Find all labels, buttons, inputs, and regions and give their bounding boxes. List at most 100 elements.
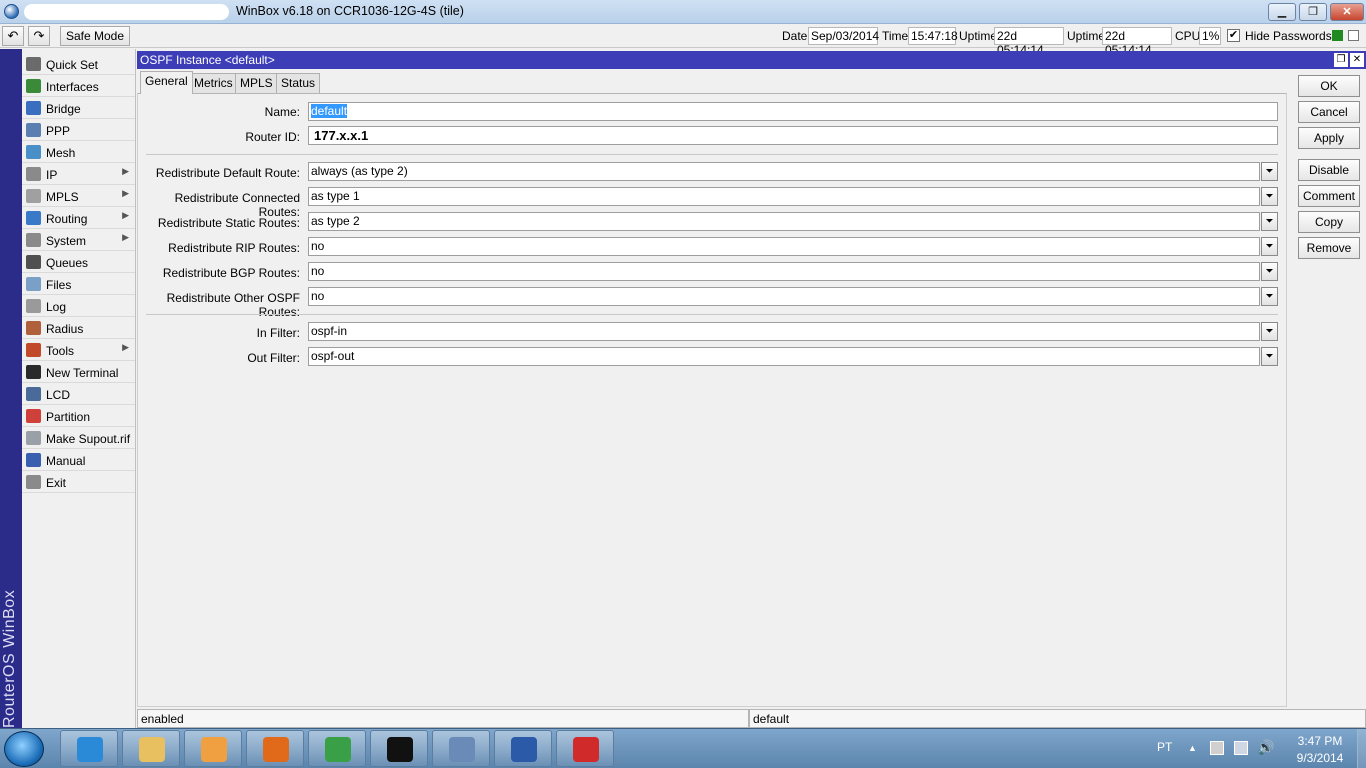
system-gear-icon bbox=[26, 233, 41, 247]
redistribute-connected-select[interactable]: as type 1 bbox=[308, 187, 1260, 206]
taskbar-internet-explorer-button[interactable] bbox=[60, 730, 118, 767]
disable-button[interactable]: Disable bbox=[1298, 159, 1360, 181]
windows-taskbar: PT ▲ 🔊 3:47 PM 9/3/2014 bbox=[0, 728, 1366, 768]
language-indicator[interactable]: PT bbox=[1157, 740, 1172, 754]
tab-mpls[interactable]: MPLS bbox=[235, 73, 278, 94]
command-prompt-icon bbox=[387, 737, 413, 762]
sidebar-item-label: Partition bbox=[46, 410, 91, 424]
sidebar-item-manual[interactable]: Manual bbox=[22, 449, 135, 471]
redistribute-other-ospf-dropdown-icon[interactable]: ⏷ bbox=[1261, 287, 1278, 306]
general-tab-panel bbox=[137, 93, 1287, 707]
redistribute-default-dropdown-icon[interactable]: ⏷ bbox=[1261, 162, 1278, 181]
sidebar-item-label: Tools bbox=[46, 344, 75, 358]
sidebar-item-queues[interactable]: Queues bbox=[22, 251, 135, 273]
status-enabled: enabled bbox=[137, 709, 749, 728]
taskbar-word-button[interactable] bbox=[494, 730, 552, 767]
sidebar-item-tools[interactable]: Tools ▶ bbox=[22, 339, 135, 361]
redistribute-static-select[interactable]: as type 2 bbox=[308, 212, 1260, 231]
sidebar-item-files[interactable]: Files bbox=[22, 273, 135, 295]
tab-metrics[interactable]: Metrics bbox=[189, 73, 238, 94]
taskbar-app-red-button[interactable] bbox=[556, 730, 614, 767]
window-restore-icon[interactable]: ❐ bbox=[1334, 53, 1348, 67]
sidebar-item-log[interactable]: Log bbox=[22, 295, 135, 317]
in-filter-dropdown-icon[interactable]: ⏷ bbox=[1261, 322, 1278, 341]
sidebar-item-make-supout-rif[interactable]: Make Supout.rif bbox=[22, 427, 135, 449]
sidebar-item-bridge[interactable]: Bridge bbox=[22, 97, 135, 119]
volume-icon[interactable]: 🔊 bbox=[1257, 739, 1274, 756]
sidebar-item-interfaces[interactable]: Interfaces bbox=[22, 75, 135, 97]
sidebar-item-mpls[interactable]: MPLS ▶ bbox=[22, 185, 135, 207]
redistribute-bgp-select[interactable]: no bbox=[308, 262, 1260, 281]
exit-icon bbox=[26, 475, 41, 489]
redistribute-static-dropdown-icon[interactable]: ⏷ bbox=[1261, 212, 1278, 231]
apply-button[interactable]: Apply bbox=[1298, 127, 1360, 149]
title-bar: WinBox v6.18 on CCR1036-12G-4S (tile) ▁ … bbox=[0, 0, 1366, 24]
sidebar-item-label: Mesh bbox=[46, 146, 76, 160]
show-hidden-icons-icon[interactable]: ▲ bbox=[1188, 743, 1197, 753]
undo-button[interactable]: ↶ bbox=[2, 26, 24, 46]
sidebar-menu: Quick Set Interfaces Bridge PPP Mesh IP ▶ MPLS ▶… bbox=[22, 49, 136, 729]
taskbar-firefox-button[interactable] bbox=[246, 730, 304, 767]
taskbar-file-explorer-button[interactable] bbox=[122, 730, 180, 767]
submenu-arrow-icon: ▶ bbox=[122, 188, 129, 198]
copy-button[interactable]: Copy bbox=[1298, 211, 1360, 233]
mpls-icon bbox=[26, 189, 41, 203]
restore-button[interactable]: ❐ bbox=[1299, 3, 1327, 21]
sidebar-item-routing[interactable]: Routing ▶ bbox=[22, 207, 135, 229]
taskbar-chrome-button[interactable] bbox=[308, 730, 366, 767]
comment-button[interactable]: Comment bbox=[1298, 185, 1360, 207]
tab-general[interactable]: General bbox=[140, 71, 193, 94]
taskbar-media-player-button[interactable] bbox=[184, 730, 242, 767]
hide-passwords-checkbox[interactable]: ✔ bbox=[1227, 29, 1240, 42]
sidebar-item-partition[interactable]: Partition bbox=[22, 405, 135, 427]
sidebar-item-ip[interactable]: IP ▶ bbox=[22, 163, 135, 185]
name-label: Name: bbox=[264, 105, 300, 119]
in-filter-select[interactable]: ospf-in bbox=[308, 322, 1260, 341]
sidebar-item-exit[interactable]: Exit bbox=[22, 471, 135, 493]
sidebar-item-new-terminal[interactable]: New Terminal bbox=[22, 361, 135, 383]
sidebar-item-radius[interactable]: Radius bbox=[22, 317, 135, 339]
clock-time[interactable]: 3:47 PM bbox=[1290, 734, 1350, 748]
sidebar-item-label: System bbox=[46, 234, 87, 248]
out-filter-dropdown-icon[interactable]: ⏷ bbox=[1261, 347, 1278, 366]
sidebar-item-label: Files bbox=[46, 278, 72, 292]
sidebar-item-system[interactable]: System ▶ bbox=[22, 229, 135, 251]
minimize-button[interactable]: ▁ bbox=[1268, 3, 1296, 21]
tab-status[interactable]: Status bbox=[276, 73, 321, 94]
sidebar-item-label: PPP bbox=[46, 124, 71, 138]
sidebar-item-label: Radius bbox=[46, 322, 84, 336]
redistribute-bgp-dropdown-icon[interactable]: ⏷ bbox=[1261, 262, 1278, 281]
show-desktop-button[interactable] bbox=[1357, 729, 1366, 768]
redistribute-connected-dropdown-icon[interactable]: ⏷ bbox=[1261, 187, 1278, 206]
out-filter-select[interactable]: ospf-out bbox=[308, 347, 1260, 366]
sidebar-item-lcd[interactable]: LCD bbox=[22, 383, 135, 405]
clock-date[interactable]: 9/3/2014 bbox=[1288, 751, 1352, 765]
sidebar-item-label: Make Supout.rif bbox=[46, 432, 131, 446]
window-close-icon[interactable]: ✕ bbox=[1350, 53, 1364, 67]
redistribute-rip-dropdown-icon[interactable]: ⏷ bbox=[1261, 237, 1278, 256]
router-id-field[interactable]: 177.x.x.1 bbox=[308, 126, 1278, 145]
network-icon[interactable] bbox=[1234, 741, 1248, 755]
sidebar-item-label: Exit bbox=[46, 476, 67, 490]
sidebar-item-quick-set[interactable]: Quick Set bbox=[22, 53, 135, 75]
taskbar-winbox-button[interactable] bbox=[432, 730, 490, 767]
redistribute-other-ospf-select[interactable]: no bbox=[308, 287, 1260, 306]
time-value: 15:47:18 bbox=[908, 27, 958, 45]
remove-button[interactable]: Remove bbox=[1298, 237, 1360, 259]
status-white-icon bbox=[1348, 30, 1359, 41]
start-button-icon[interactable] bbox=[4, 731, 44, 767]
cancel-button[interactable]: Cancel bbox=[1298, 101, 1360, 123]
redistribute-default-select[interactable]: always (as type 2) bbox=[308, 162, 1260, 181]
action-center-flag-icon[interactable] bbox=[1210, 741, 1224, 755]
ok-button[interactable]: OK bbox=[1298, 75, 1360, 97]
name-field[interactable]: default bbox=[308, 102, 1278, 121]
sidebar-item-ppp[interactable]: PPP bbox=[22, 119, 135, 141]
redistribute-rip-select[interactable]: no bbox=[308, 237, 1260, 256]
close-button[interactable]: ✕ bbox=[1330, 3, 1364, 21]
sidebar-item-mesh[interactable]: Mesh bbox=[22, 141, 135, 163]
interfaces-icon bbox=[26, 79, 41, 93]
safe-mode-button[interactable]: Safe Mode bbox=[60, 26, 130, 46]
redo-button[interactable]: ↷ bbox=[28, 26, 50, 46]
taskbar-command-prompt-button[interactable] bbox=[370, 730, 428, 767]
lcd-icon bbox=[26, 387, 41, 401]
